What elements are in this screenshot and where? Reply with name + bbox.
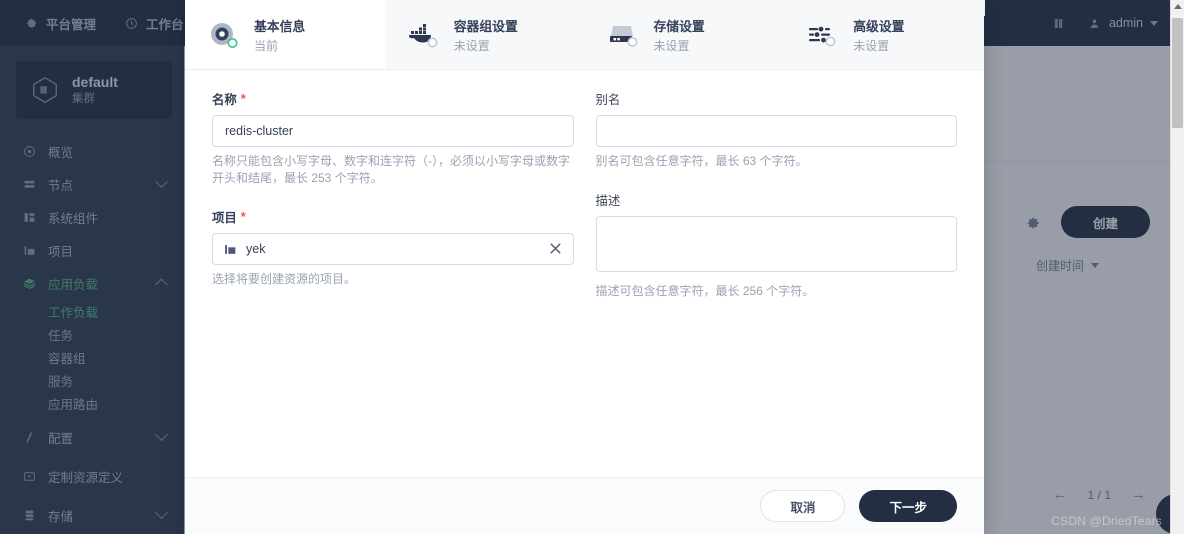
tab-title: 存储设置	[653, 18, 705, 34]
scroll-up-arrow-icon[interactable]	[1174, 4, 1182, 9]
tab-advanced-settings[interactable]: 高级设置 未设置	[784, 0, 984, 69]
tab-text: 基本信息 当前	[254, 16, 305, 54]
next-step-button[interactable]: 下一步	[859, 490, 957, 522]
project-select[interactable]: yek	[212, 233, 574, 265]
label-text: 项目	[212, 211, 237, 225]
alias-input[interactable]	[595, 115, 957, 147]
disk-record-icon	[207, 20, 241, 50]
project-icon	[224, 243, 237, 256]
label-text: 别名	[595, 93, 621, 107]
form-column-left: 名称 * 名称只能包含小写字母、数字和连字符（-），必须以小写字母或数字开头和结…	[212, 90, 574, 309]
field-alias-hint: 别名可包含任意字符，最长 63 个字符。	[595, 154, 808, 168]
tab-text: 容器组设置 未设置	[454, 16, 518, 54]
label-text: 描述	[595, 194, 621, 208]
form-grid: 名称 * 名称只能包含小写字母、数字和连字符（-），必须以小写字母或数字开头和结…	[212, 90, 957, 309]
tab-title: 高级设置	[853, 18, 905, 34]
storage-device-icon	[607, 20, 641, 50]
tab-status: 未设置	[653, 38, 690, 53]
project-select-wrap: yek	[212, 233, 574, 265]
tab-text: 存储设置 未设置	[654, 16, 705, 54]
create-workload-modal: 基本信息 当前 容器组设置 未设置 存储设置 未设置 高级设置 未设置 名称 *…	[185, 0, 984, 534]
tab-title: 容器组设置	[453, 18, 518, 34]
tab-status: 未设置	[853, 38, 890, 53]
cancel-button[interactable]: 取消	[760, 490, 846, 522]
field-name: 名称 * 名称只能包含小写字母、数字和连字符（-），必须以小写字母或数字开头和结…	[212, 90, 574, 187]
tab-title: 基本信息	[254, 18, 306, 34]
screen-root: 平台管理 工作台 admin default 集群 概览 节点 系统组件 项目 …	[0, 0, 1184, 534]
name-input[interactable]	[212, 115, 574, 147]
field-description: 描述 描述可包含任意字符，最长 256 个字符。	[595, 191, 958, 300]
docker-whale-icon	[407, 20, 441, 50]
close-icon[interactable]	[548, 241, 563, 256]
field-name-label: 名称 *	[212, 90, 574, 108]
tab-pod-settings[interactable]: 容器组设置 未设置	[384, 0, 585, 69]
modal-step-tabs: 基本信息 当前 容器组设置 未设置 存储设置 未设置 高级设置 未设置	[185, 0, 984, 70]
page-scrollbar[interactable]	[1170, 0, 1184, 534]
field-project: 项目 * yek 选择将要创建资源的项目。	[212, 208, 574, 288]
watermark: CSDN @DriedTears	[1051, 514, 1162, 528]
required-marker: *	[240, 209, 246, 224]
field-alias-label: 别名	[596, 90, 958, 108]
project-value: yek	[246, 242, 266, 256]
sliders-icon	[806, 20, 840, 50]
field-description-hint: 描述可包含任意字符，最长 256 个字符。	[595, 284, 815, 298]
field-description-label: 描述	[596, 191, 958, 209]
label-text: 名称	[212, 93, 237, 107]
modal-body: 名称 * 名称只能包含小写字母、数字和连字符（-），必须以小写字母或数字开头和结…	[185, 70, 984, 477]
field-project-hint: 选择将要创建资源的项目。	[212, 272, 357, 286]
field-project-label: 项目 *	[212, 208, 574, 226]
tab-status: 当前	[254, 38, 279, 53]
field-name-hint: 名称只能包含小写字母、数字和连字符（-），必须以小写字母或数字开头和结尾，最长 …	[212, 154, 570, 185]
description-textarea[interactable]	[595, 216, 957, 272]
tab-text: 高级设置 未设置	[853, 16, 904, 54]
field-alias: 别名 别名可包含任意字符，最长 63 个字符。	[595, 90, 958, 170]
required-marker: *	[240, 91, 246, 106]
tab-storage-settings[interactable]: 存储设置 未设置	[584, 0, 785, 69]
form-column-right: 别名 别名可包含任意字符，最长 63 个字符。 描述 描述可包含任意字符，最长 …	[595, 90, 958, 309]
tab-status: 未设置	[453, 38, 490, 53]
scrollbar-thumb[interactable]	[1172, 18, 1183, 128]
modal-footer: 取消 下一步	[185, 477, 984, 534]
tab-basic-info[interactable]: 基本信息 当前	[185, 0, 385, 69]
